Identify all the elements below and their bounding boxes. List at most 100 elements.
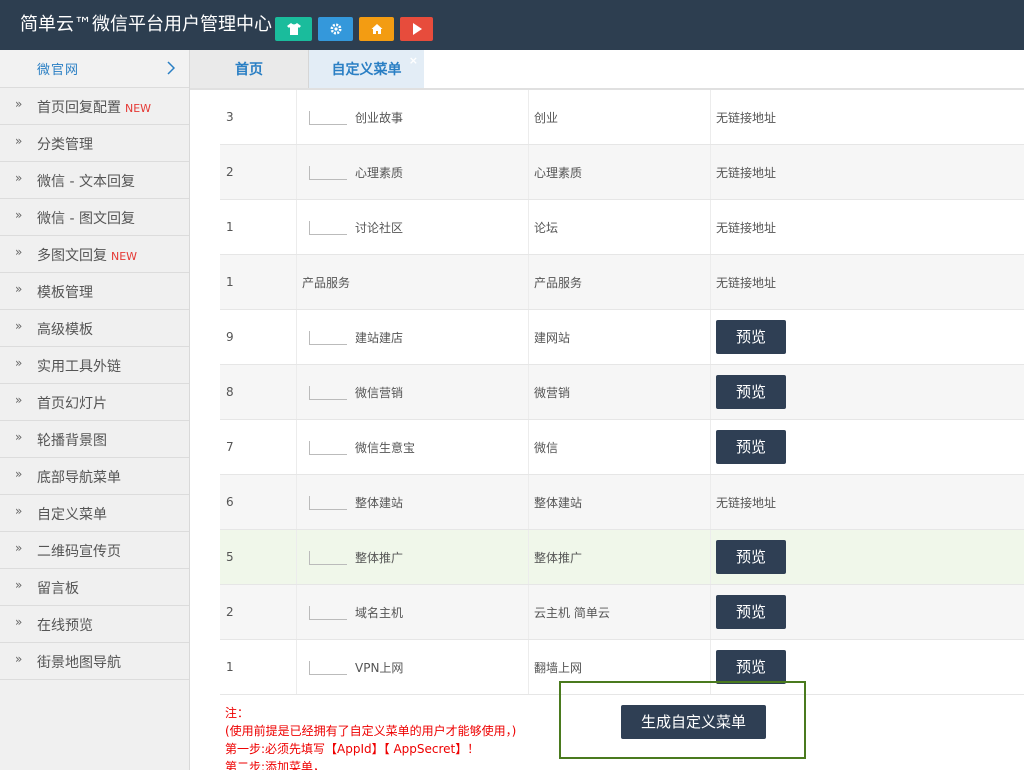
- sidebar-header-weiguanwang[interactable]: 微官网: [0, 50, 189, 88]
- sidebar-item-label: 留言板: [37, 578, 79, 598]
- preview-button[interactable]: 预览: [716, 375, 786, 409]
- settings-button[interactable]: [318, 17, 353, 41]
- table-row: 8 微信营销 微营销 预览: [220, 364, 1024, 420]
- preview-button[interactable]: 预览: [716, 320, 786, 354]
- menu-keyword: 云主机 简单云: [534, 605, 610, 620]
- menu-url-cell: 无链接地址: [710, 90, 1024, 145]
- main-content: 3 创业故事 创业 无链接地址 2 心理素质 心理素质 无链接地址 1 讨论社区 论坛 无链接地址 1 产…: [190, 90, 1024, 770]
- preview-button[interactable]: 预览: [716, 540, 786, 574]
- menu-name: 创业故事: [355, 110, 404, 125]
- home-button[interactable]: [359, 17, 394, 41]
- sidebar-item-label: 分类管理: [37, 134, 93, 154]
- sidebar-item-text: 二维码宣传页: [37, 544, 121, 560]
- sidebar-item[interactable]: » 底部导航菜单: [0, 458, 189, 495]
- table-row: 2 域名主机 云主机 简单云 预览: [220, 584, 1024, 640]
- new-badge: NEW: [125, 102, 152, 115]
- tree-branch-icon: [305, 111, 349, 125]
- menu-keyword: 建网站: [534, 330, 571, 345]
- menu-order: 1: [220, 254, 297, 310]
- menu-name: 微信生意宝: [355, 440, 416, 455]
- sidebar-item[interactable]: » 首页幻灯片: [0, 384, 189, 421]
- menu-url-cell: 无链接地址: [710, 199, 1024, 255]
- menu-name-cell: 创业故事: [296, 90, 529, 145]
- menu-name: 产品服务: [302, 275, 351, 290]
- sidebar-item[interactable]: » 模板管理: [0, 273, 189, 310]
- sidebar-item[interactable]: » 首页回复配置 NEW: [0, 88, 189, 125]
- sidebar-item[interactable]: » 分类管理: [0, 125, 189, 162]
- sidebar-item-label: 实用工具外链: [37, 356, 121, 376]
- menu-keyword-cell: 创业: [528, 90, 711, 145]
- double-chevron-icon: »: [15, 430, 23, 444]
- sidebar-item[interactable]: » 微信 - 图文回复: [0, 199, 189, 236]
- double-chevron-icon: »: [15, 393, 23, 407]
- sidebar-item-label: 街景地图导航: [37, 652, 121, 672]
- sidebar-item[interactable]: » 轮播背景图: [0, 421, 189, 458]
- menu-keyword-cell: 整体建站: [528, 474, 711, 530]
- tree-branch-icon: [305, 606, 349, 620]
- sidebar-item-text: 留言板: [37, 581, 79, 597]
- preview-button[interactable]: 预览: [716, 595, 786, 629]
- tab-custom-menu[interactable]: 自定义菜单 ×: [309, 50, 424, 88]
- menu-name: 建站建店: [355, 330, 404, 345]
- chevron-right-icon: [167, 60, 176, 79]
- sidebar-item-text: 高级模板: [37, 322, 93, 338]
- sidebar-item-label: 底部导航菜单: [37, 467, 121, 487]
- menu-url-cell: 预览: [710, 419, 1024, 475]
- menu-url: 无链接地址: [716, 220, 777, 235]
- sidebar-item[interactable]: » 二维码宣传页: [0, 532, 189, 569]
- menu-name: 讨论社区: [355, 220, 404, 235]
- tab-home[interactable]: 首页: [190, 50, 309, 88]
- table-row: 1 讨论社区 论坛 无链接地址: [220, 199, 1024, 255]
- sidebar-item[interactable]: » 实用工具外链: [0, 347, 189, 384]
- menu-keyword-cell: 心理素质: [528, 144, 711, 200]
- generate-menu-button[interactable]: 生成自定义菜单: [621, 705, 766, 739]
- play-icon: [412, 23, 422, 35]
- preview-button[interactable]: 预览: [716, 650, 786, 684]
- menu-keyword: 心理素质: [534, 165, 583, 180]
- sidebar-header-label: 微官网: [37, 63, 80, 78]
- menu-name-cell: 产品服务: [296, 254, 529, 310]
- sidebar-item[interactable]: » 自定义菜单: [0, 495, 189, 532]
- table-row: 9 建站建店 建网站 预览: [220, 309, 1024, 365]
- menu-order: 5: [220, 529, 297, 585]
- note-line: 第一步:必须先填写【AppId】【 AppSecret】！: [225, 742, 480, 756]
- menu-name-cell: 整体建站: [296, 474, 529, 530]
- menu-url-cell: 无链接地址: [710, 474, 1024, 530]
- sidebar-item[interactable]: » 在线预览: [0, 606, 189, 643]
- shirt-button[interactable]: [275, 17, 312, 41]
- sidebar-item-text: 街景地图导航: [37, 655, 121, 671]
- menu-name: 域名主机: [355, 605, 404, 620]
- menu-name: 整体推广: [355, 550, 404, 565]
- sidebar-item-text: 底部导航菜单: [37, 470, 121, 486]
- close-icon[interactable]: ×: [409, 54, 418, 67]
- menu-name-cell: 建站建店: [296, 309, 529, 365]
- sidebar-item-text: 多图文回复: [37, 248, 107, 264]
- menu-url: 无链接地址: [716, 110, 777, 125]
- menu-keyword: 论坛: [534, 220, 559, 235]
- menu-url: 无链接地址: [716, 495, 777, 510]
- menu-url-cell: 无链接地址: [710, 254, 1024, 310]
- menu-keyword: 整体建站: [534, 495, 583, 510]
- sidebar-item[interactable]: » 街景地图导航: [0, 643, 189, 680]
- sidebar-item-label: 自定义菜单: [37, 504, 107, 524]
- sidebar-item[interactable]: » 留言板: [0, 569, 189, 606]
- menu-name-cell: 微信营销: [296, 364, 529, 420]
- menu-keyword: 创业: [534, 110, 559, 125]
- sidebar-item-text: 首页幻灯片: [37, 396, 107, 412]
- preview-button[interactable]: 预览: [716, 430, 786, 464]
- sidebar-item[interactable]: » 微信 - 文本回复: [0, 162, 189, 199]
- sidebar-item-text: 首页回复配置: [37, 100, 121, 116]
- menu-order: 3: [220, 90, 297, 145]
- menu-url-cell: 预览: [710, 529, 1024, 585]
- play-button[interactable]: [400, 17, 433, 41]
- menu-keyword: 产品服务: [534, 275, 583, 290]
- sidebar-item[interactable]: » 高级模板: [0, 310, 189, 347]
- sidebar-item[interactable]: » 多图文回复 NEW: [0, 236, 189, 273]
- double-chevron-icon: »: [15, 615, 23, 629]
- table-row: 6 整体建站 整体建站 无链接地址: [220, 474, 1024, 530]
- double-chevron-icon: »: [15, 504, 23, 518]
- sidebar-item-label: 首页回复配置 NEW: [37, 97, 151, 117]
- menu-name: 微信营销: [355, 385, 404, 400]
- tree-branch-icon: [305, 496, 349, 510]
- sidebar-menu: » 首页回复配置 NEW » 分类管理 » 微信 - 文本回复 » 微信 - 图文回复 » 多图文回…: [0, 88, 189, 680]
